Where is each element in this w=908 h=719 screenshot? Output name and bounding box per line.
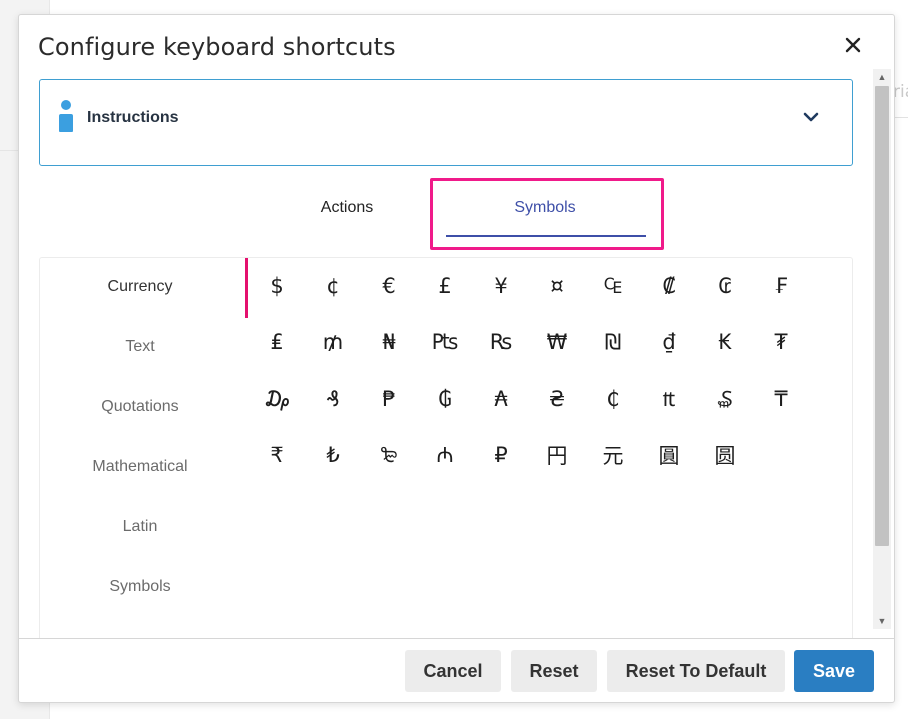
symbol-key[interactable]: ₭	[705, 322, 745, 362]
chevron-down-icon[interactable]	[802, 110, 820, 124]
symbol-key[interactable]: €	[369, 266, 409, 306]
symbol-key[interactable]: ₱	[369, 379, 409, 419]
close-icon	[845, 37, 861, 53]
symbol-key[interactable]: ₵	[593, 379, 633, 419]
symbol-key[interactable]: ₠	[593, 266, 633, 306]
category-text[interactable]: Text	[40, 338, 240, 356]
symbol-key[interactable]: ₦	[369, 322, 409, 362]
dialog-title: Configure keyboard shortcuts	[38, 33, 396, 61]
symbol-key[interactable]: 圓	[649, 435, 689, 475]
close-button[interactable]	[839, 31, 867, 59]
symbol-key[interactable]: ¤	[537, 266, 577, 306]
symbol-key[interactable]: ₰	[313, 379, 353, 419]
symbol-key[interactable]: ₼	[425, 435, 465, 475]
symbol-key[interactable]: 圆	[705, 435, 745, 475]
scrollbar-thumb[interactable]	[875, 86, 889, 546]
symbol-key[interactable]: 円	[537, 435, 577, 475]
category-latin[interactable]: Latin	[40, 518, 240, 536]
info-icon	[59, 100, 73, 134]
cancel-button[interactable]: Cancel	[405, 650, 501, 692]
symbol-key[interactable]: ₣	[761, 266, 801, 306]
symbol-key[interactable]: ₸	[761, 379, 801, 419]
category-symbols[interactable]: Symbols	[40, 578, 240, 596]
symbol-key[interactable]: ₽	[481, 435, 521, 475]
reset-to-default-button[interactable]: Reset To Default	[607, 650, 785, 692]
symbol-key[interactable]: ¢	[313, 266, 353, 306]
symbol-key[interactable]: $	[257, 266, 297, 306]
symbol-key[interactable]: ₻	[369, 435, 409, 475]
symbol-key[interactable]: ₤	[257, 322, 297, 362]
symbols-panel: Currency Text Quotations Mathematical La…	[39, 257, 853, 638]
instructions-label: Instructions	[87, 109, 179, 126]
category-currency[interactable]: Currency	[40, 278, 240, 296]
footer-divider	[19, 638, 894, 639]
symbol-key[interactable]: ₪	[593, 322, 633, 362]
tab-actions[interactable]: Actions	[307, 199, 387, 217]
category-quotations[interactable]: Quotations	[40, 398, 240, 416]
instructions-panel[interactable]: Instructions	[39, 79, 853, 166]
symbol-key[interactable]: ₳	[481, 379, 521, 419]
symbol-key[interactable]: ₩	[537, 322, 577, 362]
shortcuts-dialog: Configure keyboard shortcuts ▲ ▼ Instruc…	[18, 14, 895, 703]
symbol-key[interactable]: ₡	[649, 266, 689, 306]
symbol-key[interactable]: ₥	[313, 322, 353, 362]
scroll-up-arrow[interactable]: ▲	[873, 69, 891, 85]
tab-symbols[interactable]: Symbols	[495, 199, 595, 217]
symbol-key[interactable]: £	[425, 266, 465, 306]
symbol-key[interactable]: ₲	[425, 379, 465, 419]
symbol-key[interactable]: ₮	[761, 322, 801, 362]
active-tab-underline	[446, 235, 646, 237]
symbol-key[interactable]: 元	[593, 435, 633, 475]
symbol-key[interactable]: ₢	[705, 266, 745, 306]
category-mathematical[interactable]: Mathematical	[40, 458, 240, 476]
background-text: ria	[893, 82, 908, 102]
symbol-key[interactable]: ₺	[313, 435, 353, 475]
symbol-key[interactable]: ₷	[705, 379, 745, 419]
symbol-key[interactable]: ₹	[257, 435, 297, 475]
symbol-key[interactable]: ₯	[257, 379, 297, 419]
save-button[interactable]: Save	[794, 650, 874, 692]
category-indicator	[245, 258, 248, 318]
symbol-key[interactable]: ₨	[481, 322, 521, 362]
reset-button[interactable]: Reset	[511, 650, 597, 692]
symbol-key[interactable]: ₧	[425, 322, 465, 362]
symbol-key[interactable]: ₫	[649, 322, 689, 362]
symbol-key[interactable]: ₴	[537, 379, 577, 419]
scrollbar[interactable]: ▲ ▼	[873, 69, 891, 629]
symbol-key[interactable]: ₶	[649, 379, 689, 419]
symbol-key[interactable]: ¥	[481, 266, 521, 306]
scroll-down-arrow[interactable]: ▼	[873, 613, 891, 629]
